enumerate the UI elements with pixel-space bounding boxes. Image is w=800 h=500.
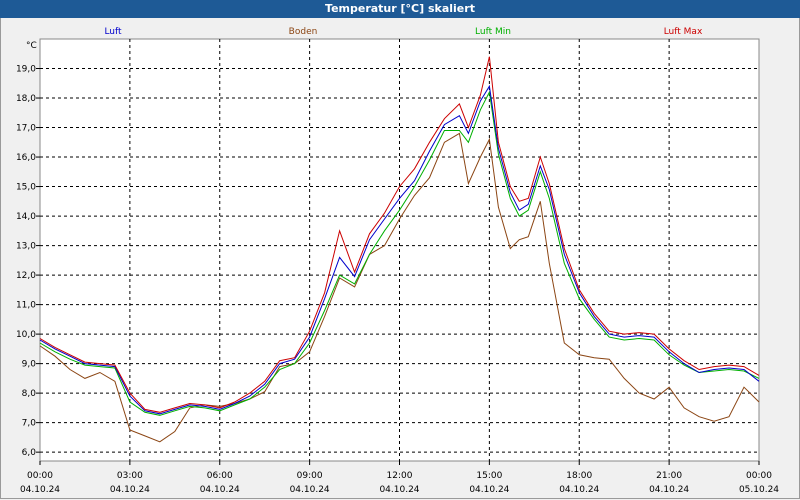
y-tick-label: 14,0 [16, 212, 36, 222]
y-tick-label: 12,0 [16, 271, 36, 281]
y-tick-label: 9,0 [22, 360, 37, 370]
x-tick-date-label: 04.10.24 [379, 485, 419, 495]
y-tick-label: 7,0 [22, 419, 37, 429]
legend-item-luft-max: Luft Max [664, 27, 703, 37]
line-chart: 6,0 7,0 8,0 9,0 10,0 11,0 12,0 13,0 14,0 15,0 16,0… [16, 27, 779, 495]
y-axis-unit-label: °C [26, 41, 37, 51]
legend-item-boden: Boden [289, 27, 318, 37]
x-tick-time-label: 09:00 [297, 471, 323, 481]
y-tick-label: 11,0 [16, 301, 36, 311]
legend-item-luft: Luft [104, 27, 122, 37]
x-tick-time-label: 21:00 [656, 471, 682, 481]
x-tick-date-label: 04.10.24 [290, 485, 330, 495]
x-tick-date-label: 04.10.24 [20, 485, 60, 495]
y-tick-label: 6,0 [22, 448, 37, 458]
x-tick-date-label: 05.10.24 [739, 485, 779, 495]
x-tick-time-label: 00:00 [746, 471, 772, 481]
legend: Luft Boden Luft Min Luft Max [104, 27, 703, 37]
x-tick-time-label: 06:00 [207, 471, 233, 481]
x-tick-date-label: 04.10.24 [200, 485, 240, 495]
x-tick-date-label: 04.10.24 [469, 485, 509, 495]
y-tick-label: 16,0 [16, 153, 36, 163]
x-tick-time-label: 15:00 [476, 471, 502, 481]
y-tick-label: 15,0 [16, 183, 36, 193]
x-axis-ticks: 00:00 04.10.24 03:00 04.10.24 06:00 04.10.24 0… [20, 461, 779, 495]
x-tick-date-label: 04.10.24 [649, 485, 689, 495]
y-tick-label: 13,0 [16, 242, 36, 252]
x-tick-time-label: 03:00 [117, 471, 143, 481]
legend-item-luft-min: Luft Min [475, 27, 511, 37]
y-axis-ticks: 6,0 7,0 8,0 9,0 10,0 11,0 12,0 13,0 14,0 15,0 16,0… [16, 65, 40, 458]
y-tick-label: 18,0 [16, 94, 36, 104]
y-tick-label: 10,0 [16, 330, 36, 340]
y-tick-label: 19,0 [16, 65, 36, 75]
x-tick-time-label: 12:00 [387, 471, 413, 481]
y-tick-label: 8,0 [22, 389, 37, 399]
x-tick-time-label: 00:00 [27, 471, 53, 481]
x-tick-date-label: 04.10.24 [110, 485, 150, 495]
y-tick-label: 17,0 [16, 124, 36, 134]
x-tick-date-label: 04.10.24 [559, 485, 599, 495]
x-tick-time-label: 18:00 [566, 471, 592, 481]
